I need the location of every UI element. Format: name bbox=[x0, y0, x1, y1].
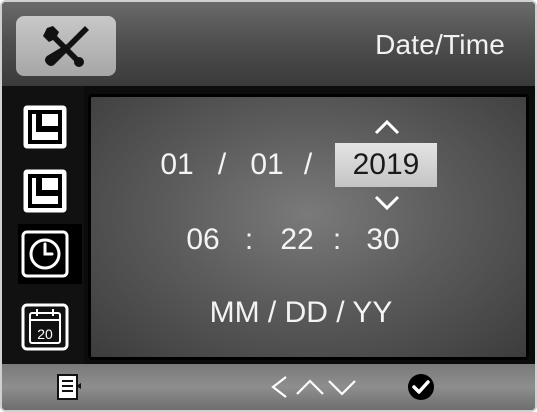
header: Date/Time bbox=[2, 2, 535, 86]
camera-screen: Date/Time 20 01 / 01 / 2019 06: 22: 30… bbox=[0, 0, 537, 412]
sidebar-item-calendar[interactable]: 20 bbox=[20, 302, 70, 352]
time-separator: : bbox=[332, 223, 342, 256]
day-field[interactable]: 01 bbox=[243, 148, 291, 182]
time-separator: : bbox=[244, 223, 254, 256]
tools-icon bbox=[43, 26, 89, 67]
date-format-label[interactable]: MM / DD / YY bbox=[171, 296, 431, 330]
menu-icon[interactable] bbox=[54, 372, 84, 402]
chevron-down-icon[interactable] bbox=[373, 195, 401, 211]
sidebar: 20 bbox=[2, 86, 84, 364]
clock-icon bbox=[21, 230, 69, 278]
checkmark-icon[interactable] bbox=[406, 372, 436, 402]
chevron-up-icon[interactable] bbox=[373, 119, 401, 135]
year-field[interactable]: 2019 bbox=[335, 143, 437, 187]
chevron-down-icon[interactable] bbox=[326, 376, 358, 398]
bottom-bar bbox=[2, 364, 535, 410]
date-separator: / bbox=[217, 148, 227, 181]
hour-field[interactable]: 06 bbox=[179, 223, 227, 257]
calendar-icon-text: 20 bbox=[37, 326, 53, 342]
page-title: Date/Time bbox=[375, 29, 505, 60]
sidebar-item-layout-2[interactable] bbox=[20, 166, 70, 216]
sidebar-item-layout-1[interactable] bbox=[20, 102, 70, 152]
layout-icon bbox=[23, 169, 67, 213]
minute-field[interactable]: 22 bbox=[273, 223, 321, 257]
month-field[interactable]: 01 bbox=[153, 148, 201, 182]
calendar-icon: 20 bbox=[21, 303, 69, 351]
layout-icon bbox=[23, 105, 67, 149]
sidebar-item-clock[interactable] bbox=[18, 224, 82, 284]
chevron-left-icon[interactable] bbox=[268, 374, 290, 400]
chevron-up-icon[interactable] bbox=[294, 376, 326, 398]
settings-tab[interactable] bbox=[16, 16, 116, 76]
second-field[interactable]: 30 bbox=[359, 223, 407, 257]
datetime-panel: 01 / 01 / 2019 06 : 22 : 30 MM / DD / YY bbox=[88, 94, 529, 360]
date-separator: / bbox=[303, 148, 313, 181]
